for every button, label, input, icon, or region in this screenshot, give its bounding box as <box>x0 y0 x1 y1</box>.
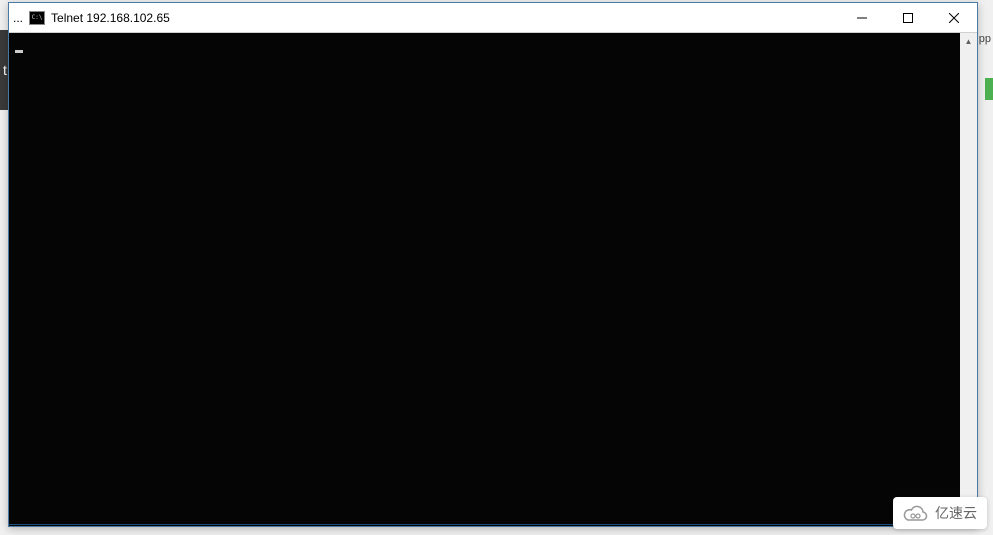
close-icon <box>949 13 959 23</box>
scroll-up-button[interactable]: ▲ <box>960 33 977 50</box>
terminal-cursor <box>15 50 23 53</box>
background-right-accent <box>985 78 993 100</box>
terminal-output[interactable] <box>9 33 960 526</box>
titlebar-left: ... C:\ Telnet 192.168.102.65 <box>9 11 839 25</box>
maximize-icon <box>903 13 913 23</box>
minimize-icon <box>857 13 867 23</box>
watermark-badge: 亿速云 <box>893 497 987 529</box>
close-button[interactable] <box>931 3 977 32</box>
scroll-track[interactable] <box>960 50 977 509</box>
cmd-icon: C:\ <box>29 11 45 25</box>
cloud-icon <box>903 504 929 522</box>
background-side-label: pp <box>978 33 992 45</box>
window-titlebar[interactable]: ... C:\ Telnet 192.168.102.65 <box>9 3 977 33</box>
title-prefix: ... <box>11 11 23 25</box>
window-title: Telnet 192.168.102.65 <box>51 11 170 25</box>
terminal-divider <box>9 524 960 525</box>
terminal-area: ▲ ▼ <box>9 33 977 526</box>
window-controls <box>839 3 977 32</box>
watermark-text: 亿速云 <box>935 503 977 523</box>
vertical-scrollbar[interactable]: ▲ ▼ <box>960 33 977 526</box>
telnet-window: ... C:\ Telnet 192.168.102.65 ▲ <box>8 2 978 527</box>
maximize-button[interactable] <box>885 3 931 32</box>
cmd-icon-label: C:\ <box>32 15 43 21</box>
minimize-button[interactable] <box>839 3 885 32</box>
chevron-up-icon: ▲ <box>965 37 973 46</box>
left-strip-char: t <box>3 62 7 78</box>
